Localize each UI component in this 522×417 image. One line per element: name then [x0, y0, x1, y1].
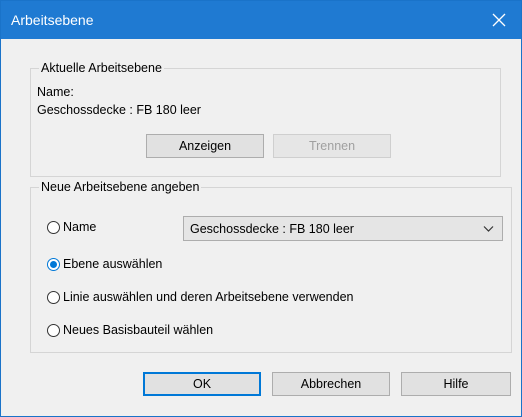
- arbeitsebene-dialog: Arbeitsebene Aktuelle Arbeitsebene Name:…: [0, 0, 522, 417]
- radio-pick-line[interactable]: Linie auswählen und deren Arbeitsebene v…: [47, 290, 354, 304]
- current-plane-name: Geschossdecke : FB 180 leer: [37, 103, 201, 117]
- new-plane-legend: Neue Arbeitsebene angeben: [39, 180, 202, 194]
- radio-new-host-label: Neues Basisbauteil wählen: [63, 323, 214, 337]
- radio-select-plane[interactable]: Ebene auswählen: [47, 257, 162, 271]
- ok-button[interactable]: OK: [143, 372, 261, 396]
- current-plane-group: Aktuelle Arbeitsebene: [30, 61, 501, 177]
- radio-select-plane-label: Ebene auswählen: [63, 257, 163, 271]
- name-select[interactable]: Geschossdecke : FB 180 leer: [183, 216, 503, 241]
- close-icon: [492, 13, 506, 27]
- cancel-button[interactable]: Abbrechen: [272, 372, 390, 396]
- radio-name-label: Name: [63, 220, 97, 234]
- radio-new-host[interactable]: Neues Basisbauteil wählen: [47, 323, 213, 337]
- detach-button[interactable]: Trennen: [273, 134, 391, 158]
- radio-name[interactable]: Name: [47, 220, 96, 234]
- help-button-label: Hilfe: [443, 377, 469, 391]
- radio-pick-line-label: Linie auswählen und deren Arbeitsebene v…: [63, 290, 354, 304]
- show-button[interactable]: Anzeigen: [146, 134, 264, 158]
- radio-new-host-circle[interactable]: [47, 323, 60, 337]
- close-button[interactable]: [477, 1, 521, 39]
- name-select-value: Geschossdecke : FB 180 leer: [190, 221, 354, 236]
- radio-name-circle[interactable]: [47, 220, 60, 234]
- window-title: Arbeitsebene: [11, 12, 94, 28]
- radio-select-plane-circle[interactable]: [47, 257, 60, 271]
- show-button-label: Anzeigen: [178, 139, 232, 153]
- current-plane-legend: Aktuelle Arbeitsebene: [39, 61, 164, 75]
- cancel-button-label: Abbrechen: [300, 377, 362, 391]
- title-bar: Arbeitsebene: [1, 1, 521, 39]
- ok-button-label: OK: [192, 377, 212, 391]
- chevron-down-icon: [483, 226, 494, 232]
- detach-button-label: Trennen: [308, 139, 356, 153]
- name-label: Name:: [37, 85, 74, 99]
- help-button[interactable]: Hilfe: [401, 372, 511, 396]
- radio-pick-line-circle[interactable]: [47, 290, 60, 304]
